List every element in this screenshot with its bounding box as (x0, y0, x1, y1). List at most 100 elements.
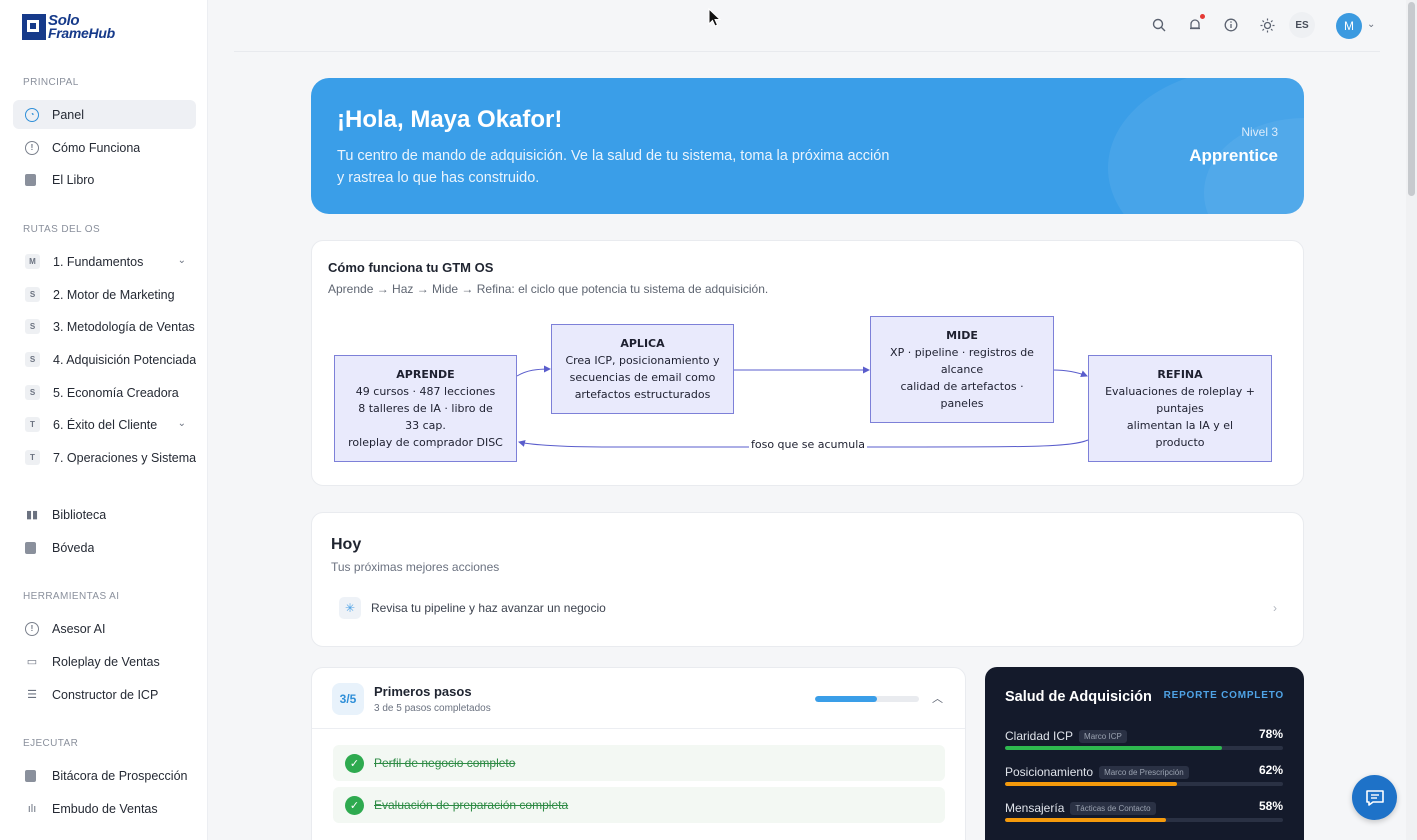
first-steps-card: 3/5 Primeros pasos 3 de 5 pasos completa… (311, 667, 966, 840)
info-icon[interactable] (1222, 16, 1240, 34)
today-subtitle: Tus próximas mejores acciones (331, 560, 500, 574)
section-label-ejecutar: EJECUTAR (23, 738, 79, 749)
info-icon: ! (25, 140, 39, 155)
section-label-ai: HERRAMIENTAS AI (23, 591, 120, 602)
sidebar-item-embudo[interactable]: ılı Embudo de Ventas (13, 794, 196, 823)
chevron-down-icon[interactable]: ⌄ (178, 418, 186, 429)
topbar: ES M ⌄ (234, 0, 1380, 52)
hero-title: ¡Hola, Maya Okafor! (337, 106, 563, 133)
sidebar-item-route-5[interactable]: S 5. Economía Creadora (13, 378, 196, 407)
route-badge: T (25, 417, 40, 432)
sidebar-item-route-1[interactable]: M 1. Fundamentos ⌄ (13, 247, 196, 276)
monitor-icon: ▭ (26, 656, 38, 668)
next-action-item[interactable]: ✳ Revisa tu pipeline y haz avanzar un ne… (339, 595, 1277, 621)
language-switch[interactable]: ES (1289, 12, 1315, 38)
chevron-up-icon[interactable]: ︿ (932, 690, 943, 706)
sidebar-item-route-6[interactable]: T 6. Éxito del Cliente ⌄ (13, 410, 196, 439)
metric-tag: Marco de Prescripción (1099, 766, 1189, 779)
sidebar-item-route-4[interactable]: S 4. Adquisición Potenciada (13, 345, 196, 374)
mouse-cursor-icon (708, 8, 722, 27)
section-label-principal: PRINCIPAL (23, 77, 79, 88)
acquisition-health-card: Salud de Adquisición REPORTE COMPLETO Cl… (985, 667, 1304, 840)
sidebar-item-panel[interactable]: ◔ Panel (13, 100, 196, 129)
theme-toggle-icon[interactable] (1258, 16, 1276, 34)
search-icon[interactable] (1150, 16, 1168, 34)
arrow-aprende-aplica (516, 365, 551, 377)
app-root: Solo FrameHub PRINCIPAL ◔ Panel ! Cómo F… (0, 0, 1417, 840)
library-icon: ▮▮ (25, 509, 39, 521)
sidebar-item-route-3[interactable]: S 3. Metodología de Ventas (13, 312, 196, 341)
sidebar-item-bitacora[interactable]: Bitácora de Prospección (13, 761, 196, 790)
metric-mensajeria: Mensajería Tácticas de Contacto 58% (1005, 799, 1283, 822)
sidebar-item-el-libro[interactable]: El Libro (13, 165, 196, 194)
scrollbar-thumb[interactable] (1408, 2, 1415, 196)
vault-icon (25, 541, 36, 554)
flow-box-aprende: APRENDE 49 cursos · 487 lecciones 8 tall… (334, 355, 517, 462)
step-item[interactable]: ✓ Evaluación de preparación completa (333, 787, 945, 823)
avatar[interactable]: M (1336, 13, 1362, 39)
sidebar-item-como-funciona[interactable]: ! Cómo Funciona (13, 133, 196, 162)
metric-claridad-icp: Claridad ICP Marco ICP 78% (1005, 727, 1283, 750)
chevron-down-icon[interactable]: ⌄ (1367, 19, 1375, 30)
loop-label: foso que se acumula (749, 438, 868, 451)
welcome-hero: ¡Hola, Maya Okafor! Tu centro de mando d… (311, 78, 1304, 214)
steps-progress-bar (815, 696, 919, 702)
today-card: Hoy Tus próximas mejores acciones ✳ Revi… (311, 512, 1304, 647)
route-badge: S (25, 385, 40, 400)
metric-tag: Tácticas de Contacto (1070, 802, 1156, 815)
chevron-down-icon[interactable]: ⌄ (178, 255, 186, 266)
route-badge: S (25, 352, 40, 367)
flow-box-refina: REFINA Evaluaciones de roleplay + puntaj… (1088, 355, 1272, 462)
sidebar-item-boveda[interactable]: Bóveda (13, 533, 196, 562)
section-label-rutas: RUTAS DEL OS (23, 224, 101, 235)
mail-icon (25, 769, 36, 782)
route-badge: S (25, 319, 40, 334)
sidebar-item-roleplay[interactable]: ▭ Roleplay de Ventas (13, 647, 196, 676)
bars-icon: ılı (27, 802, 37, 815)
metric-fill (1005, 818, 1167, 822)
logo-mark-icon (22, 14, 46, 40)
chevron-right-icon: › (1273, 601, 1277, 615)
metric-tag: Marco ICP (1079, 730, 1127, 743)
check-icon: ✓ (345, 795, 364, 815)
sidebar-item-route-2[interactable]: S 2. Motor de Marketing (13, 280, 196, 309)
hero-subtitle: Tu centro de mando de adquisición. Ve la… (337, 148, 890, 186)
route-badge: T (25, 450, 40, 465)
sidebar-item-route-7[interactable]: T 7. Operaciones y Sistemas (13, 443, 196, 472)
step-item[interactable]: ✓ Perfil de negocio completo (333, 745, 945, 781)
sidebar-item-asesor-ai[interactable]: ! Asesor AI (13, 614, 196, 643)
steps-count-badge: 3/5 (332, 683, 364, 715)
level-label: Nivel 3 (1241, 125, 1278, 139)
today-title: Hoy (331, 536, 362, 553)
level-name: Apprentice (1189, 146, 1278, 165)
first-steps-header[interactable]: 3/5 Primeros pasos 3 de 5 pasos completa… (312, 668, 965, 729)
flow-box-aplica: APLICA Crea ICP, posicionamiento y secue… (551, 324, 734, 414)
brand-line2: FrameHub (48, 25, 115, 41)
metric-posicionamiento: Posicionamiento Marco de Prescripción 62% (1005, 763, 1283, 786)
document-icon: ☰ (27, 689, 37, 701)
advisor-icon: ! (25, 621, 39, 636)
dashboard-icon: ◔ (25, 107, 39, 122)
notification-dot (1200, 14, 1205, 19)
steps-subtitle: 3 de 5 pasos completados (374, 703, 491, 714)
page-scrollbar[interactable] (1406, 0, 1417, 840)
check-icon: ✓ (345, 753, 364, 773)
route-badge: M (25, 254, 40, 269)
sidebar-item-icp-builder[interactable]: ☰ Constructor de ICP (13, 680, 196, 709)
book-icon (25, 173, 36, 186)
notifications-icon[interactable] (1186, 14, 1205, 34)
flow-box-mide: MIDE XP · pipeline · registros de alcanc… (870, 316, 1054, 423)
metric-fill (1005, 746, 1222, 750)
steps-title: Primeros pasos (374, 684, 472, 699)
brand-logo[interactable]: Solo FrameHub (22, 13, 115, 41)
full-report-link[interactable]: REPORTE COMPLETO (1164, 690, 1284, 701)
next-action-label: Revisa tu pipeline y haz avanzar un nego… (371, 601, 606, 615)
metric-fill (1005, 782, 1178, 786)
arrow-mide-refina (1052, 369, 1088, 378)
chat-support-button[interactable] (1352, 775, 1397, 820)
steps-progress-fill (815, 696, 878, 702)
chat-icon (1365, 789, 1384, 806)
sidebar: Solo FrameHub PRINCIPAL ◔ Panel ! Cómo F… (0, 0, 208, 840)
sidebar-item-biblioteca[interactable]: ▮▮ Biblioteca (13, 500, 196, 529)
health-title: Salud de Adquisición (1005, 689, 1152, 705)
